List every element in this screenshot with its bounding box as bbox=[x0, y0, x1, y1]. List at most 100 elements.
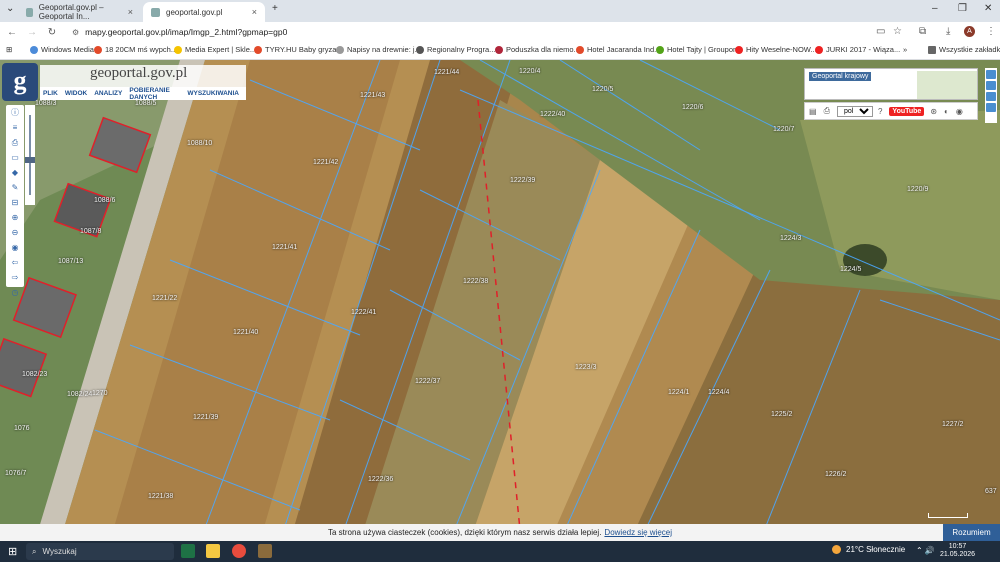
bookmark-item[interactable]: Windows Media bbox=[30, 45, 94, 54]
settings-icon[interactable] bbox=[986, 103, 996, 112]
close-tab-icon[interactable]: × bbox=[128, 7, 133, 17]
parcel-label: 1220/5 bbox=[592, 86, 614, 93]
bookmark-item[interactable]: Poduszka dla niemo... bbox=[495, 45, 580, 54]
close-window-button[interactable]: ✕ bbox=[984, 3, 992, 14]
bookmark-item[interactable]: 18 20CM mś wypch... bbox=[94, 45, 177, 54]
menu-wyszukiwania[interactable]: WYSZUKIWANIA bbox=[187, 90, 239, 97]
bookmark-item[interactable]: Hotel Jacaranda Ind... bbox=[576, 45, 660, 54]
bookmark-item[interactable]: Hity Weselne-NOW... bbox=[735, 45, 817, 54]
bookmark-item[interactable]: TYRY.HU Baby gryza... bbox=[254, 45, 343, 54]
excel-icon[interactable] bbox=[181, 544, 195, 558]
bookmark-item[interactable]: JURKI 2017 - Wiąza... bbox=[815, 45, 900, 54]
bookmarks-more-icon[interactable]: » bbox=[903, 45, 907, 54]
bookmark-favicon bbox=[495, 45, 503, 54]
url-text: mapy.geoportal.gov.pl/imap/Imgp_2.html?g… bbox=[85, 27, 288, 37]
parcel-label: 1088/6 bbox=[94, 197, 116, 204]
language-select[interactable]: pol bbox=[836, 105, 873, 117]
bookmark-item[interactable]: Media Expert | Skle... bbox=[174, 45, 256, 54]
zoom-in-icon[interactable]: ⊕ bbox=[8, 212, 22, 223]
maximize-button[interactable]: ❐ bbox=[958, 3, 967, 14]
apps-grid-icon[interactable]: ⊞ bbox=[6, 45, 12, 54]
help-icon[interactable]: ? bbox=[878, 107, 882, 116]
globe-icon[interactable]: ◉ bbox=[8, 242, 22, 253]
book-icon[interactable]: ▤ bbox=[809, 107, 817, 116]
forward-icon[interactable]: ⇨ bbox=[8, 272, 22, 283]
zoom-out-icon[interactable]: ⊖ bbox=[8, 227, 22, 238]
zoom-slider-handle[interactable] bbox=[25, 157, 35, 163]
parcel-label: 1076 bbox=[14, 425, 30, 432]
minimize-button[interactable]: – bbox=[932, 3, 938, 14]
history-icon[interactable]: ◷ bbox=[8, 287, 22, 298]
youtube-button[interactable]: YouTube bbox=[889, 106, 925, 116]
chrome-icon[interactable] bbox=[232, 544, 246, 558]
menu-pobieranie-danych[interactable]: POBIERANIE DANYCH bbox=[129, 87, 180, 101]
weather-widget[interactable]: 21°C Słonecznie bbox=[832, 545, 905, 554]
parcel-label: 1222/41 bbox=[351, 309, 377, 316]
windows-start-icon[interactable]: ⊞ bbox=[8, 545, 17, 558]
overview-map[interactable]: Geoportal krajowy bbox=[804, 68, 978, 100]
print-icon[interactable]: ⎙ bbox=[8, 137, 22, 148]
bookmark-item[interactable]: Napisy na drewnie: j... bbox=[336, 45, 421, 54]
parcel-label: 1087/8 bbox=[80, 228, 102, 235]
back-icon[interactable]: ⇦ bbox=[8, 257, 22, 268]
extensions-icon[interactable]: ⧉ bbox=[919, 26, 926, 37]
home-icon[interactable] bbox=[986, 81, 996, 90]
bookmark-item[interactable]: Regionalny Progra... bbox=[416, 45, 495, 54]
taskbar-search[interactable]: ⌕ Wyszukaj bbox=[26, 543, 174, 560]
all-bookmarks[interactable]: Wszystkie zakładki bbox=[928, 45, 1000, 54]
reload-icon[interactable]: ↻ bbox=[44, 27, 60, 38]
bookmark-star-icon[interactable]: ☆ bbox=[893, 26, 902, 37]
marker-icon[interactable]: ◆ bbox=[8, 167, 22, 178]
overview-thumbnail[interactable] bbox=[917, 71, 977, 99]
tab-geoportal-map[interactable]: geoportal.gov.pl × bbox=[143, 2, 265, 22]
file-explorer-icon[interactable] bbox=[206, 544, 220, 558]
clock[interactable]: 10:57 21.05.2026 bbox=[940, 543, 975, 559]
menu-widok[interactable]: WIDOK bbox=[65, 90, 87, 97]
back-arrow-icon[interactable]: ← bbox=[4, 27, 20, 38]
info-icon[interactable]: ⓘ bbox=[8, 107, 22, 118]
eye-icon[interactable]: ◉ bbox=[956, 107, 963, 116]
zoom-slider[interactable] bbox=[25, 105, 35, 205]
site-settings-icon[interactable]: ⚙ bbox=[72, 28, 79, 37]
profile-avatar[interactable]: A bbox=[964, 26, 975, 37]
tab-geoportal-info[interactable]: Geoportal.gov.pl – Geoportal In... × bbox=[18, 2, 141, 22]
measure-icon[interactable]: ▭ bbox=[8, 152, 22, 163]
bookmark-label: Windows Media bbox=[41, 45, 94, 54]
accessibility-icon[interactable]: ⊛ bbox=[930, 107, 937, 116]
cookie-more-link[interactable]: Dowiedz się więcej bbox=[604, 528, 672, 537]
map-view[interactable]: 1221/44 1220/4 1220/5 1220/6 1220/7 1220/9 122… bbox=[0, 60, 1000, 541]
parcel-label: 1222/36 bbox=[368, 476, 394, 483]
parcel-label: 1227/2 bbox=[942, 421, 964, 428]
cookie-banner: Ta strona używa ciasteczek (cookies), dz… bbox=[0, 524, 1000, 541]
parcel-label: 1226/2 bbox=[825, 471, 847, 478]
forward-arrow-icon[interactable]: → bbox=[24, 27, 40, 38]
layers-icon[interactable]: ≡ bbox=[8, 122, 22, 133]
close-tab-icon[interactable]: × bbox=[252, 7, 257, 17]
system-tray-icon[interactable]: ⌃ 🔊 bbox=[916, 546, 935, 555]
fullscreen-icon[interactable] bbox=[986, 70, 996, 79]
menu-plik[interactable]: PLIK bbox=[43, 90, 58, 97]
install-app-icon[interactable]: ▭ bbox=[876, 26, 885, 37]
clock-date: 21.05.2026 bbox=[940, 551, 976, 558]
pen-icon[interactable]: ✎ bbox=[8, 182, 22, 193]
tab-search-icon[interactable]: ⌄ bbox=[6, 3, 14, 14]
location-icon[interactable] bbox=[986, 92, 996, 101]
parcel-label: 1220/6 bbox=[682, 104, 704, 111]
print-icon[interactable]: ⎙ bbox=[824, 106, 830, 116]
geoportal-logo[interactable]: g bbox=[2, 63, 38, 101]
address-bar[interactable]: ⚙ mapy.geoportal.gov.pl/imap/Imgp_2.html… bbox=[62, 25, 902, 39]
bookmark-label: Napisy na drewnie: j... bbox=[347, 45, 421, 54]
bookmark-item[interactable]: Hotel Tajty | Groupon bbox=[656, 45, 737, 54]
new-tab-button[interactable]: + bbox=[272, 3, 278, 14]
app-icon[interactable] bbox=[258, 544, 272, 558]
youtube-favicon bbox=[815, 45, 823, 54]
cookie-accept-button[interactable]: Rozumiem bbox=[943, 524, 1000, 541]
contrast-icon[interactable]: ◐ bbox=[944, 107, 949, 116]
ruler-icon[interactable]: ⊟ bbox=[8, 197, 22, 208]
all-bookmarks-label: Wszystkie zakładki bbox=[939, 45, 1000, 54]
downloads-icon[interactable]: ⤓ bbox=[946, 26, 950, 37]
parcel-label: 1221/41 bbox=[272, 244, 298, 251]
bookmark-favicon bbox=[174, 45, 182, 54]
menu-analizy[interactable]: ANALIZY bbox=[94, 90, 122, 97]
menu-kebab-icon[interactable]: ⋮ bbox=[986, 26, 996, 37]
